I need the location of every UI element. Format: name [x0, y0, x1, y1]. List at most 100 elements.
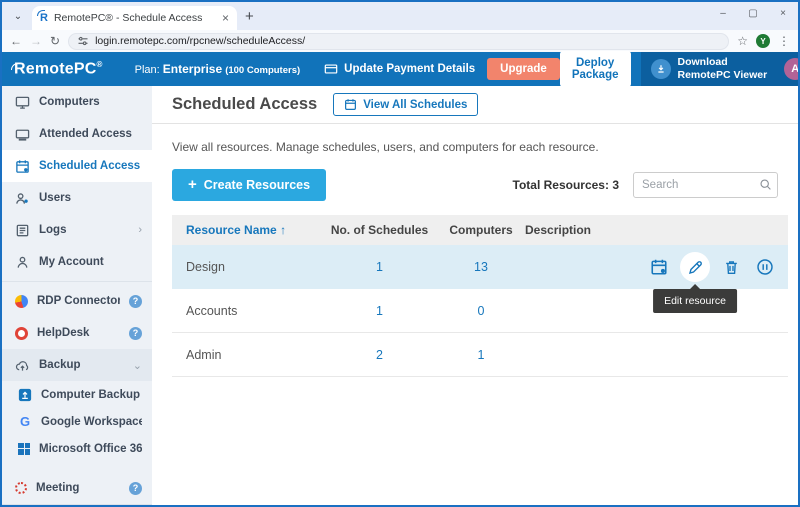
table-row[interactable]: Design 1 13 — [172, 245, 788, 289]
resources-table: Resource Name ↑ No. of Schedules Compute… — [172, 215, 788, 377]
download-viewer-button[interactable]: DownloadRemotePC Viewer A — [641, 52, 800, 86]
sidebar-item-scheduled-access[interactable]: Scheduled Access — [2, 150, 152, 182]
plus-icon: + — [188, 180, 197, 190]
schedules-count-link[interactable]: 1 — [322, 260, 437, 274]
search-icon[interactable] — [759, 178, 772, 191]
browser-profile-avatar[interactable]: Y — [756, 34, 770, 48]
sidebar-item-my-account[interactable]: My Account — [2, 246, 152, 278]
sidebar-item-google-workspace[interactable]: G Google Workspace — [2, 408, 152, 435]
sidebar-item-users[interactable]: Users — [2, 182, 152, 214]
sidebar-item-computer-backup[interactable]: Computer Backup — [2, 381, 152, 408]
help-icon[interactable]: ? — [129, 327, 142, 340]
plan-detail: (100 Computers) — [225, 65, 300, 76]
pause-resource-icon[interactable] — [752, 254, 778, 280]
help-icon[interactable]: ? — [129, 482, 142, 495]
computers-count-link[interactable]: 1 — [437, 348, 525, 362]
sort-ascending-icon: ↑ — [280, 223, 286, 237]
view-all-schedules-button[interactable]: View All Schedules — [333, 93, 478, 116]
browser-menu-icon[interactable]: ⋮ — [778, 34, 790, 48]
download-label: DownloadRemotePC Viewer — [678, 56, 768, 82]
schedules-count-link[interactable]: 1 — [322, 304, 437, 318]
address-bar[interactable]: login.remotepc.com/rpcnew/scheduleAccess… — [68, 33, 729, 50]
back-icon[interactable]: ← — [10, 34, 22, 48]
url-text: login.remotepc.com/rpcnew/scheduleAccess… — [95, 35, 305, 47]
create-resources-button[interactable]: + Create Resources — [172, 169, 326, 201]
sidebar-item-attended-access[interactable]: Attended Access — [2, 118, 152, 150]
row-actions: Edit resource — [636, 252, 788, 282]
update-payment-button[interactable]: Update Payment Details — [324, 62, 475, 76]
main-content: Scheduled Access View All Schedules View… — [152, 86, 798, 505]
schedules-count-link[interactable]: 2 — [322, 348, 437, 362]
plan-name: Enterprise — [163, 62, 222, 76]
resource-name: Design — [172, 260, 322, 274]
sidebar: Computers Attended Access Scheduled Acce… — [2, 86, 152, 505]
edit-resource-icon[interactable]: Edit resource — [680, 252, 710, 282]
app-header: RemotePC® Plan: Enterprise (100 Computer… — [2, 52, 798, 86]
sidebar-footer: Features Support FAQs — [2, 504, 152, 505]
sidebar-item-meeting[interactable]: Meeting ? — [2, 472, 152, 504]
resource-name: Admin — [172, 348, 322, 362]
forward-icon[interactable]: → — [30, 34, 42, 48]
browser-toolbar: ← → ↻ login.remotepc.com/rpcnew/schedule… — [2, 30, 798, 52]
maximize-button[interactable]: ▢ — [738, 2, 768, 24]
table-row[interactable]: Admin 2 1 — [172, 333, 788, 377]
bookmark-star-icon[interactable]: ☆ — [737, 34, 748, 48]
credit-card-icon — [324, 62, 338, 76]
sidebar-item-microsoft-office-365[interactable]: Microsoft Office 365 — [2, 435, 152, 462]
controls-row: + Create Resources Total Resources: 3 — [172, 169, 778, 201]
reload-icon[interactable]: ↻ — [50, 34, 60, 48]
my-account-icon — [15, 255, 30, 270]
column-resource-name[interactable]: Resource Name ↑ — [172, 223, 322, 237]
column-description: Description — [525, 223, 636, 237]
tab-search-icon[interactable]: ⌄ — [8, 6, 28, 26]
chevron-right-icon: › — [138, 224, 142, 236]
upgrade-button[interactable]: Upgrade — [487, 58, 560, 80]
scheduled-access-icon — [15, 159, 30, 174]
schedule-resource-icon[interactable] — [646, 254, 672, 280]
browser-tabstrip: ⌄ R RemotePC® - Schedule Access × + – ▢ … — [2, 2, 798, 30]
remotepc-favicon-icon: R — [40, 12, 48, 24]
tooltip: Edit resource — [653, 289, 737, 313]
total-resources-count: 3 — [612, 178, 619, 192]
search-input[interactable] — [633, 172, 778, 198]
delete-resource-icon[interactable] — [718, 254, 744, 280]
tab-title: RemotePC® - Schedule Access — [54, 12, 216, 24]
helpdesk-icon — [15, 327, 28, 340]
sidebar-item-backup[interactable]: Backup ⌄ — [2, 349, 152, 381]
sidebar-item-helpdesk[interactable]: HelpDesk ? — [2, 317, 152, 349]
registered-mark: ® — [97, 60, 103, 69]
computers-count-link[interactable]: 0 — [437, 304, 525, 318]
tab-close-icon[interactable]: × — [222, 11, 229, 25]
site-settings-icon[interactable] — [77, 35, 89, 47]
deploy-package-button[interactable]: Deploy Package — [560, 51, 631, 87]
microsoft-icon — [18, 443, 30, 455]
cloud-backup-icon — [15, 358, 30, 373]
sidebar-divider — [2, 281, 152, 282]
rdp-connector-icon — [15, 295, 28, 308]
account-avatar[interactable]: A — [784, 58, 800, 80]
total-resources: Total Resources: 3 — [513, 178, 620, 192]
computer-backup-icon — [18, 388, 32, 402]
minimize-button[interactable]: – — [708, 2, 738, 24]
new-tab-button[interactable]: + — [245, 8, 254, 25]
chevron-down-icon: ⌄ — [133, 359, 142, 372]
close-window-button[interactable]: × — [768, 2, 798, 24]
browser-window: ⌄ R RemotePC® - Schedule Access × + – ▢ … — [0, 0, 800, 507]
users-icon — [15, 191, 30, 206]
google-icon: G — [18, 414, 32, 429]
sidebar-item-logs[interactable]: Logs › — [2, 214, 152, 246]
window-controls: – ▢ × — [708, 2, 798, 24]
calendar-icon — [344, 98, 357, 111]
meeting-icon — [15, 482, 27, 494]
computers-count-link[interactable]: 13 — [437, 260, 525, 274]
search-box — [633, 172, 778, 198]
download-icon — [651, 59, 671, 79]
page-title: Scheduled Access — [172, 95, 317, 114]
sidebar-item-rdp-connector[interactable]: RDP Connector ? — [2, 285, 152, 317]
column-schedules: No. of Schedules — [322, 223, 437, 237]
header-right: Deploy Package DownloadRemotePC Viewer A — [560, 52, 800, 86]
help-icon[interactable]: ? — [129, 295, 142, 308]
sidebar-item-computers[interactable]: Computers — [2, 86, 152, 118]
browser-tab[interactable]: R RemotePC® - Schedule Access × — [32, 6, 237, 30]
page-header: Scheduled Access View All Schedules — [152, 86, 798, 124]
